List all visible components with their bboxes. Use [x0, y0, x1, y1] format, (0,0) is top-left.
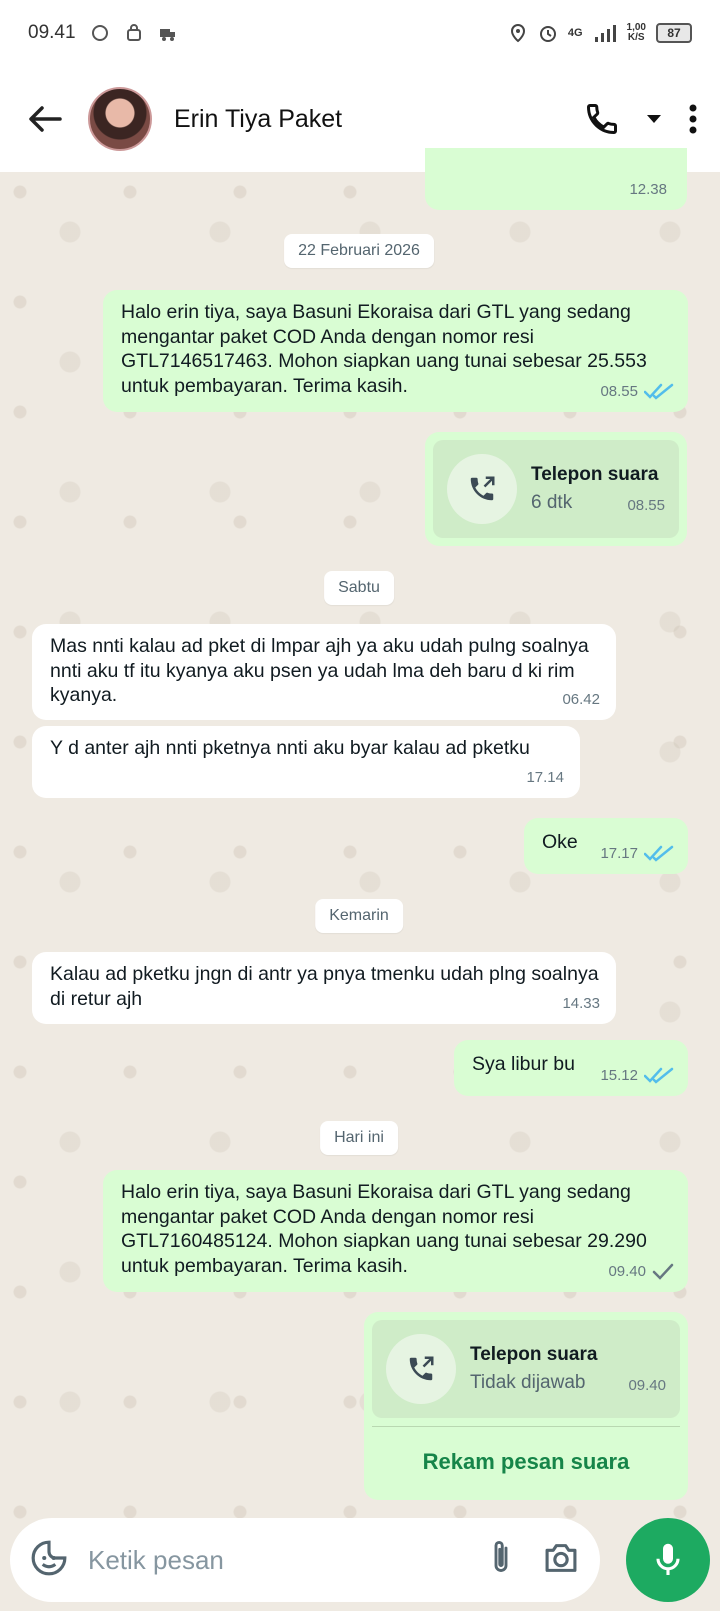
message-time: 09.40: [628, 1377, 666, 1394]
more-options-button[interactable]: [688, 103, 698, 135]
call-title: Telepon suara: [531, 464, 659, 485]
double-check-icon: [644, 845, 674, 862]
network-type: 4G: [567, 27, 583, 39]
microphone-icon: [656, 1543, 680, 1575]
message-meta: 09.40: [608, 1260, 674, 1285]
message-bubble-out[interactable]: Oke 17.17: [524, 818, 688, 874]
record-voice-message-button[interactable]: Rekam pesan suara: [372, 1426, 680, 1491]
notification-icon: [91, 25, 108, 41]
call-message-card[interactable]: Telepon suara Tidak dijawab 09.40 Rekam …: [364, 1312, 688, 1500]
call-icon-circle: [447, 454, 517, 524]
message-bubble-out[interactable]: Halo erin tiya, saya Basuni Ekoraisa dar…: [103, 290, 688, 412]
outgoing-call-icon: [409, 1356, 434, 1381]
call-options-dropdown[interactable]: [646, 114, 662, 124]
status-time: 09.41: [28, 22, 76, 43]
message-text: Kalau ad pketku jngn di antr ya pnya tme…: [50, 963, 599, 1010]
attach-button[interactable]: [486, 1539, 516, 1582]
message-time: 12.38: [629, 180, 667, 198]
message-text: Y d anter ajh nnti pketnya nnti aku byar…: [50, 737, 530, 759]
signal-icon: [594, 25, 616, 42]
status-bar: 09.41 4G 1,00 K/S 87: [0, 0, 720, 66]
net-speed: 1,00 K/S: [626, 22, 646, 43]
voice-record-button[interactable]: [626, 1518, 710, 1602]
sticker-button[interactable]: [30, 1539, 68, 1582]
message-bubble-in[interactable]: Mas nnti kalau ad pket di lmpar ajh ya a…: [32, 624, 616, 720]
message-time: 15.12: [600, 1066, 638, 1084]
message-time: 06.42: [562, 690, 600, 708]
message-bubble-in[interactable]: Kalau ad pketku jngn di antr ya pnya tme…: [32, 952, 616, 1024]
back-button[interactable]: [22, 96, 68, 142]
message-bubble-out[interactable]: 12.38: [425, 148, 687, 210]
message-meta: 17.17: [600, 842, 674, 867]
location-icon: [510, 23, 525, 43]
delivery-icon: [159, 29, 175, 41]
double-check-icon: [644, 1067, 674, 1084]
message-text: Halo erin tiya, saya Basuni Ekoraisa dar…: [121, 301, 647, 397]
message-bubble-out[interactable]: Halo erin tiya, saya Basuni Ekoraisa dar…: [103, 1170, 688, 1292]
date-separator: Kemarin: [315, 899, 403, 933]
double-check-icon: [644, 383, 674, 400]
message-time: 09.40: [608, 1262, 646, 1280]
message-meta: 08.55: [600, 380, 674, 405]
shopping-bag-icon: [126, 24, 141, 41]
message-bubble-out[interactable]: Sya libur bu 15.12: [454, 1040, 688, 1096]
voice-call-button[interactable]: [584, 101, 620, 137]
message-time: 08.55: [627, 497, 665, 514]
call-message-card[interactable]: Telepon suara 6 dtk 08.55: [425, 432, 687, 546]
message-time: 14.33: [562, 994, 600, 1012]
camera-button[interactable]: [542, 1541, 580, 1580]
caret-down-icon: [647, 115, 661, 123]
message-text: Halo erin tiya, saya Basuni Ekoraisa dar…: [121, 1181, 647, 1277]
message-bubble-in[interactable]: Y d anter ajh nnti pketnya nnti aku byar…: [32, 726, 580, 798]
message-text: Oke: [542, 831, 578, 853]
message-input[interactable]: Ketik pesan: [88, 1545, 486, 1576]
single-check-icon: [652, 1263, 674, 1280]
alarm-icon: [539, 26, 556, 42]
call-icon-circle: [386, 1334, 456, 1404]
call-status: Tidak dijawab: [470, 1372, 586, 1393]
message-text: Mas nnti kalau ad pket di lmpar ajh ya a…: [50, 635, 589, 706]
arrow-left-icon: [29, 106, 62, 132]
date-separator: Hari ini: [320, 1121, 398, 1155]
message-text: Sya libur bu: [472, 1053, 575, 1075]
phone-icon: [586, 104, 617, 135]
date-separator: 22 Februari 2026: [284, 234, 434, 268]
outgoing-call-icon: [470, 476, 495, 501]
avatar[interactable]: [88, 87, 152, 151]
message-meta: 15.12: [600, 1064, 674, 1089]
date-separator: Sabtu: [324, 571, 394, 605]
paperclip-icon: [494, 1540, 508, 1572]
message-time: 17.14: [526, 768, 564, 786]
contact-name[interactable]: Erin Tiya Paket: [174, 105, 342, 134]
more-vertical-icon: [689, 104, 697, 134]
sticker-icon: [31, 1540, 67, 1575]
battery-indicator: 87: [656, 23, 692, 43]
message-composer: Ketik pesan: [10, 1518, 600, 1602]
camera-icon: [545, 1543, 577, 1572]
call-duration: 6 dtk: [531, 492, 573, 513]
message-time: 17.17: [600, 844, 638, 862]
message-time: 08.55: [600, 382, 638, 400]
call-title: Telepon suara: [470, 1344, 598, 1365]
